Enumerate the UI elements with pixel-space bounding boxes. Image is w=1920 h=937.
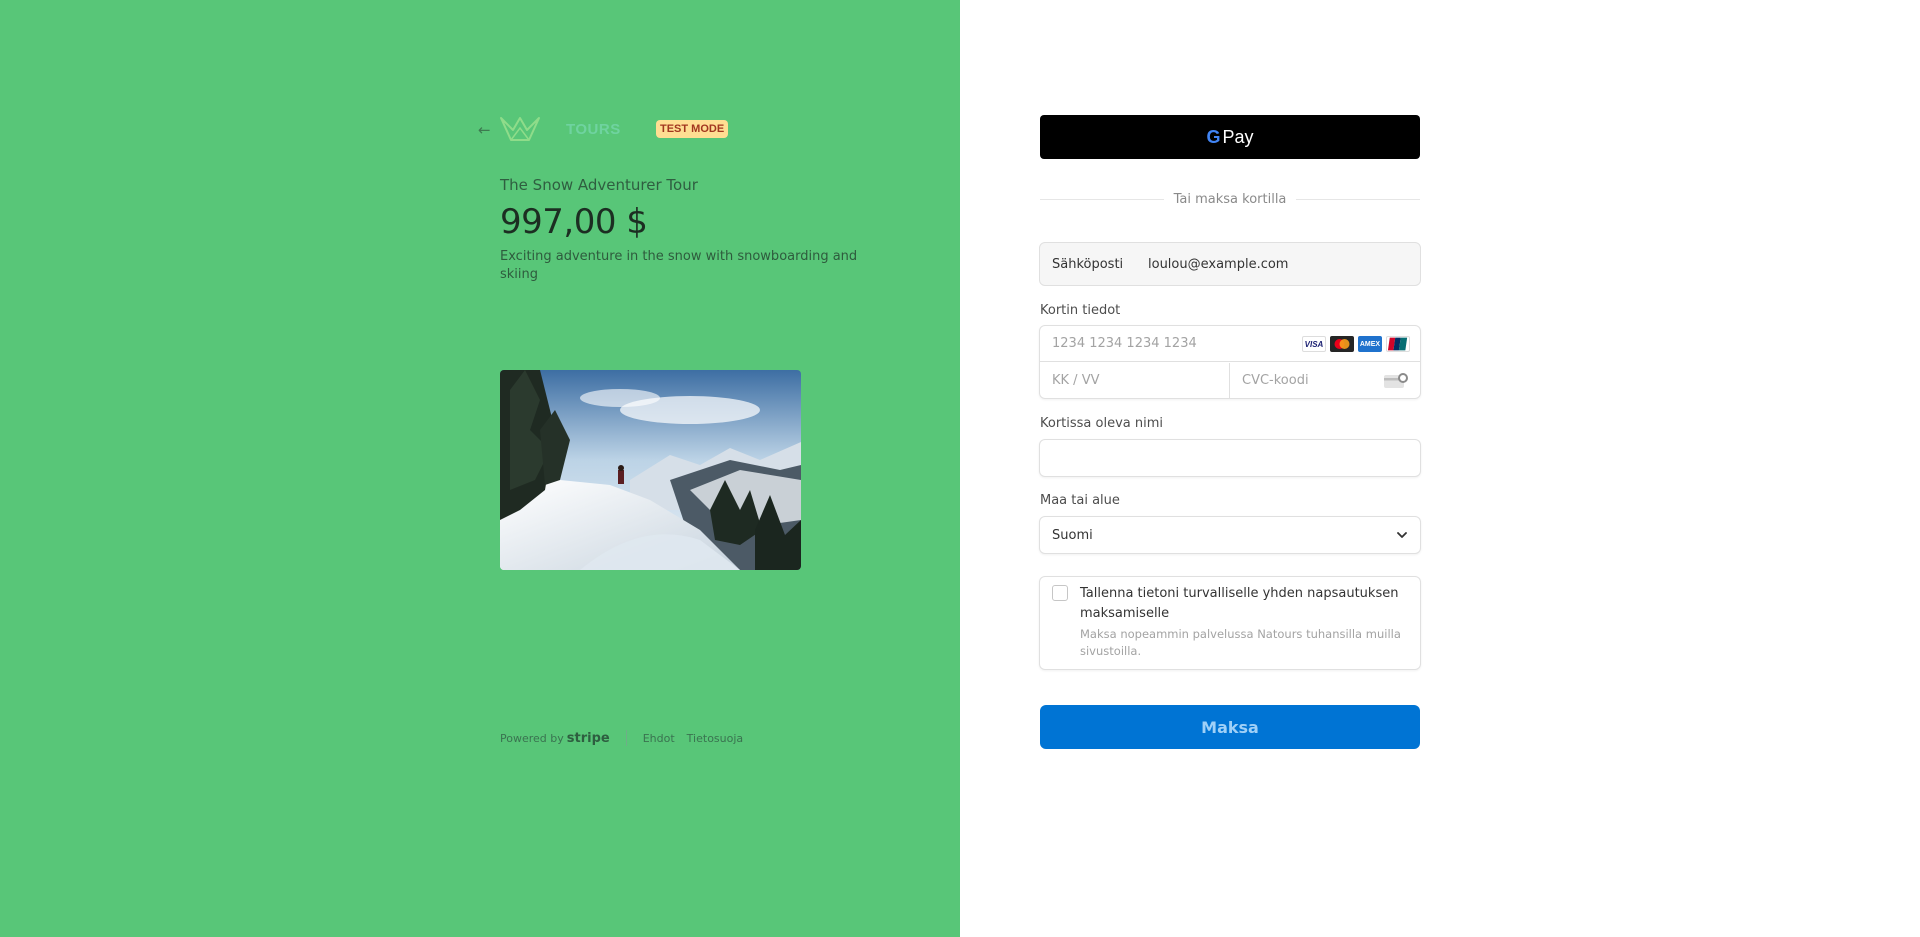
terms-link[interactable]: Ehdot — [643, 732, 675, 745]
pay-button[interactable]: Maksa — [1040, 705, 1420, 749]
product-image — [500, 370, 801, 570]
cvc-card-icon — [1384, 373, 1408, 388]
country-value: Suomi — [1052, 528, 1093, 543]
product-price: 997,00 $ — [500, 202, 648, 242]
country-label: Maa tai alue — [1040, 493, 1120, 508]
divider-line — [1296, 198, 1421, 200]
email-label: Sähköposti — [1052, 256, 1124, 272]
product-summary-panel: ← TOURS TEST MODE The Snow Adventurer To… — [0, 0, 960, 937]
save-info-box: Tallenna tietoni turvalliselle yhden nap… — [1039, 576, 1421, 670]
stripe-logo[interactable]: stripe — [567, 731, 610, 746]
save-info-checkbox[interactable] — [1052, 585, 1068, 601]
cvc-placeholder: CVC-koodi — [1242, 373, 1309, 388]
divider-line — [1040, 198, 1164, 200]
card-brands: VISA AMEX — [1298, 336, 1410, 352]
privacy-link[interactable]: Tietosuoja — [687, 732, 743, 745]
cardholder-name-input[interactable] — [1039, 439, 1421, 477]
powered-by-text: Powered by — [500, 731, 564, 745]
mastercard-icon — [1330, 336, 1354, 352]
or-pay-by-card-divider: Tai maksa kortilla — [1040, 190, 1421, 208]
logo-text: TOURS — [566, 121, 621, 138]
save-info-title: Tallenna tietoni turvalliselle yhden nap… — [1080, 586, 1399, 621]
product-name: The Snow Adventurer Tour — [500, 176, 698, 194]
card-details-group: 1234 1234 1234 1234 VISA AMEX KK / VV CV… — [1039, 325, 1421, 399]
visa-icon: VISA — [1302, 336, 1326, 352]
divider-text: Tai maksa kortilla — [1173, 191, 1287, 207]
footer-divider — [625, 730, 627, 746]
card-number-input[interactable]: 1234 1234 1234 1234 VISA AMEX — [1040, 326, 1420, 362]
google-g-icon: G — [1206, 126, 1221, 147]
email-value: loulou@example.com — [1148, 256, 1289, 272]
google-pay-label: Pay — [1222, 126, 1254, 147]
product-description: Exciting adventure in the snow with snow… — [500, 249, 858, 282]
chevron-down-icon — [1397, 532, 1407, 538]
google-pay-button[interactable]: G Pay — [1040, 115, 1420, 159]
save-info-subtitle: Maksa nopeammin palvelussa Natours tuhan… — [1080, 627, 1401, 658]
expiry-placeholder: KK / VV — [1052, 373, 1100, 388]
card-cvc-input[interactable]: CVC-koodi — [1230, 363, 1420, 399]
footer: Powered by stripe Ehdot Tietosuoja — [500, 730, 755, 746]
unionpay-icon — [1386, 336, 1410, 352]
email-field[interactable]: Sähköposti loulou@example.com — [1039, 242, 1421, 286]
card-details-label: Kortin tiedot — [1040, 303, 1121, 318]
back-arrow-icon[interactable]: ← — [478, 120, 498, 140]
card-expiry-input[interactable]: KK / VV — [1040, 363, 1230, 399]
card-number-placeholder: 1234 1234 1234 1234 — [1052, 336, 1197, 351]
amex-icon: AMEX — [1358, 336, 1382, 352]
test-mode-badge: TEST MODE — [656, 120, 729, 138]
cardholder-name-label: Kortissa oleva nimi — [1040, 416, 1164, 431]
country-select[interactable]: Suomi — [1039, 516, 1421, 554]
